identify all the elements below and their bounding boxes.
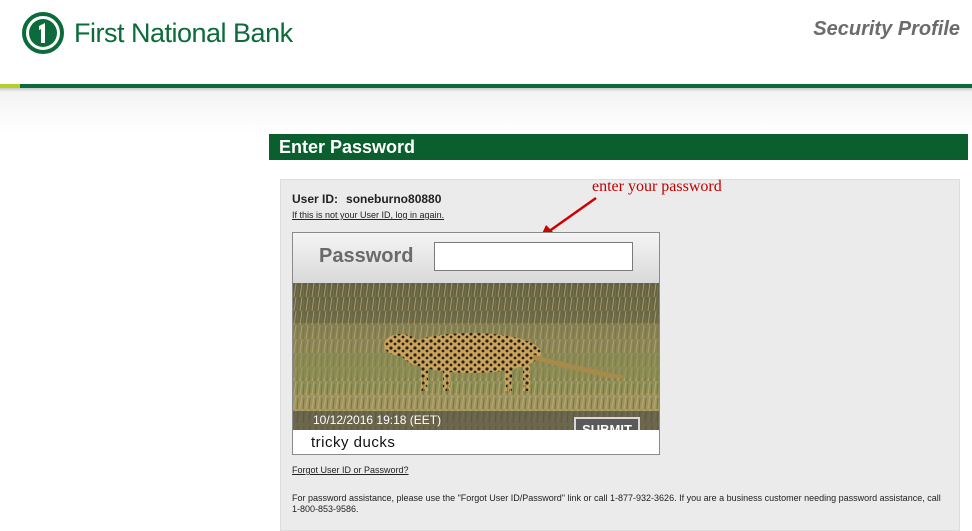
- first-national-bank-logo-icon: [22, 12, 64, 54]
- password-row: Password: [293, 233, 659, 283]
- user-id-label: User ID:: [292, 192, 339, 206]
- bank-logo[interactable]: First National Bank: [22, 12, 293, 54]
- security-image: 10/12/2016 19:18 (EET) SUBMIT: [293, 283, 659, 430]
- forgot-credentials-link[interactable]: Forgot User ID or Password?: [292, 465, 409, 475]
- login-timestamp: 10/12/2016 19:18 (EET): [313, 413, 442, 427]
- bank-name: First National Bank: [74, 17, 293, 48]
- relogin-link[interactable]: If this is not your User ID, log in agai…: [292, 210, 444, 220]
- panel-title: Enter Password: [269, 134, 968, 160]
- password-box: Password 10/12/2016 19:18 (EET) SUBMIT t…: [292, 232, 660, 455]
- password-input[interactable]: [434, 242, 633, 271]
- password-label: Password: [319, 245, 414, 267]
- header-band: [0, 92, 972, 132]
- security-phrase: tricky ducks: [311, 434, 396, 451]
- user-id-row: User ID: soneburno80880: [292, 192, 441, 206]
- page-section-title: Security Profile: [813, 18, 960, 40]
- password-assistance-text: For password assistance, please use the …: [292, 493, 941, 514]
- site-header: First National Bank Security Profile: [0, 0, 972, 84]
- submit-button[interactable]: SUBMIT: [574, 417, 640, 430]
- annotation-text: enter your password: [592, 178, 722, 195]
- user-id-value: soneburno80880: [346, 192, 442, 206]
- leopard-image: [293, 283, 659, 430]
